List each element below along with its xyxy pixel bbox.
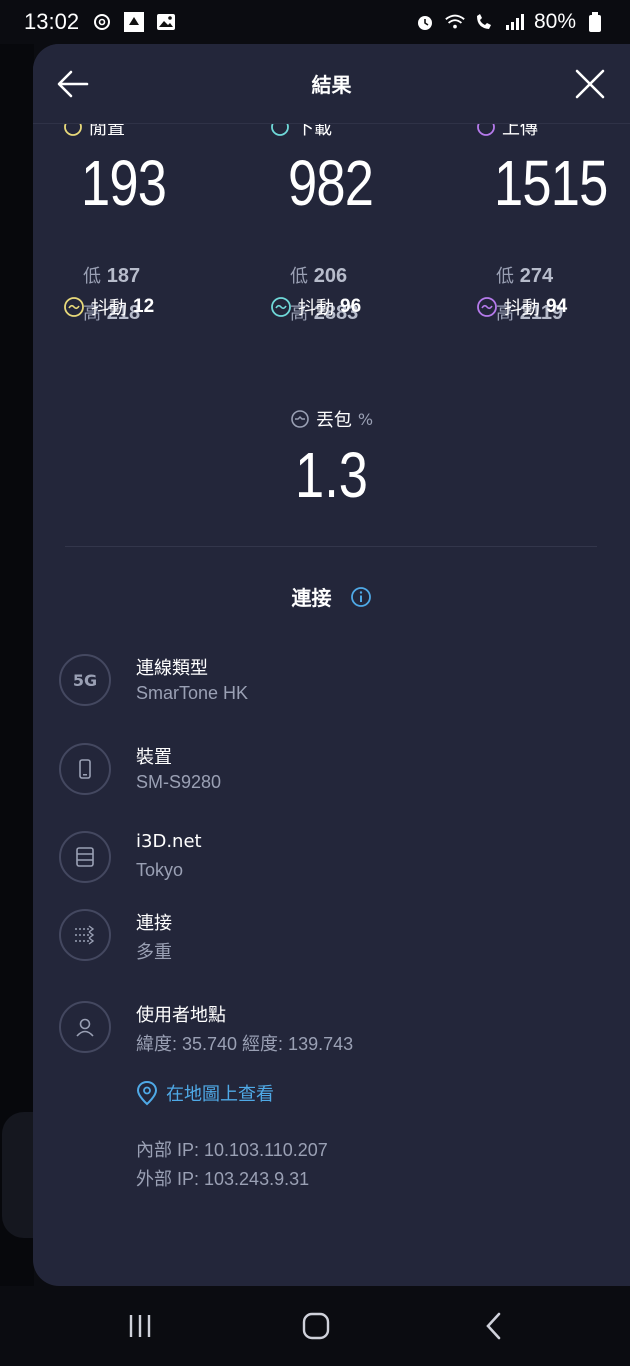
connections-value: 多重 bbox=[136, 942, 172, 962]
home-icon bbox=[302, 1312, 330, 1340]
connection-type-row: 5G 連線類型 SmarTone HK bbox=[59, 654, 599, 714]
server-icon bbox=[59, 831, 111, 883]
close-icon bbox=[575, 69, 605, 99]
battery-icon bbox=[584, 11, 606, 33]
alarm-icon bbox=[414, 11, 436, 33]
idle-value: 193 bbox=[81, 147, 167, 219]
download-low: 低 206 bbox=[290, 265, 348, 287]
jitter-icon bbox=[271, 297, 291, 317]
background-card bbox=[2, 1112, 36, 1238]
multi-connection-icon bbox=[59, 909, 111, 961]
background-app bbox=[0, 44, 36, 1286]
packet-loss-value: 1.3 bbox=[295, 439, 368, 511]
sheet-header: 結果 bbox=[33, 44, 630, 124]
server-row: i3D.net Tokyo bbox=[59, 831, 599, 891]
5g-icon: 5G bbox=[59, 654, 111, 706]
recent-apps-icon bbox=[129, 1315, 151, 1337]
external-ip: 外部 IP: 103.243.9.31 bbox=[136, 1169, 310, 1189]
connection-type-value: SmarTone HK bbox=[136, 683, 249, 703]
page-title: 結果 bbox=[311, 73, 352, 97]
upload-jitter: 抖動 94 bbox=[476, 294, 567, 320]
connection-type-title: 連線類型 bbox=[136, 658, 208, 679]
jitter-icon bbox=[64, 297, 84, 317]
home-button[interactable] bbox=[296, 1310, 336, 1342]
coordinates: 緯度: 35.740 經度: 139.743 bbox=[136, 1034, 354, 1054]
arrow-left-icon bbox=[57, 70, 89, 98]
battery-percent: 80% bbox=[533, 10, 576, 33]
connection-section-title: 連接 bbox=[33, 582, 630, 611]
location-pin-icon bbox=[136, 1080, 158, 1106]
device-title: 裝置 bbox=[136, 747, 172, 768]
download-value: 982 bbox=[288, 147, 374, 219]
upload-low: 低 274 bbox=[496, 265, 554, 287]
app-icon bbox=[123, 11, 145, 33]
packet-loss-icon bbox=[291, 410, 309, 428]
packet-loss-label: 丟包 % bbox=[33, 406, 630, 432]
signal-icon bbox=[504, 11, 526, 33]
connections-row: 連接 多重 bbox=[59, 909, 599, 969]
user-icon bbox=[59, 1001, 111, 1053]
chevron-left-icon bbox=[486, 1312, 501, 1340]
recent-apps-button[interactable] bbox=[120, 1310, 160, 1342]
packet-loss: 丟包 % 1.3 bbox=[33, 406, 630, 512]
back-nav-button[interactable] bbox=[474, 1310, 514, 1342]
info-icon[interactable] bbox=[350, 586, 372, 608]
connections-title: 連接 bbox=[136, 913, 172, 934]
threads-icon bbox=[91, 11, 113, 33]
wifi-call-icon bbox=[474, 11, 496, 33]
packet-loss-unit: % bbox=[357, 409, 374, 429]
navigation-bar bbox=[0, 1286, 630, 1366]
upload-value: 1515 bbox=[494, 147, 608, 219]
close-button[interactable] bbox=[572, 66, 608, 102]
download-jitter: 抖動 96 bbox=[270, 294, 361, 320]
status-bar: 13:02 80% bbox=[0, 0, 630, 44]
device-row: 裝置 SM-S9280 bbox=[59, 743, 599, 803]
device-value: SM-S9280 bbox=[136, 772, 222, 792]
divider bbox=[65, 546, 597, 547]
idle-jitter: 抖動 12 bbox=[63, 294, 154, 320]
results-sheet: 結果 閒置 193 低 187 高 218 下載 982 低 206 高 288… bbox=[33, 44, 630, 1286]
latency-metrics: 閒置 193 低 187 高 218 下載 982 低 206 高 2883 上… bbox=[33, 106, 630, 326]
jitter-icon bbox=[477, 297, 497, 317]
view-on-map-link[interactable]: 在地圖上查看 bbox=[136, 1080, 274, 1106]
user-location-row: 使用者地點 緯度: 35.740 經度: 139.743 bbox=[59, 1001, 599, 1061]
wifi-icon bbox=[444, 11, 466, 33]
gallery-icon bbox=[155, 11, 177, 33]
server-location: Tokyo bbox=[136, 860, 184, 880]
idle-low: 低 187 bbox=[83, 265, 141, 287]
phone-icon bbox=[59, 743, 111, 795]
user-location-title: 使用者地點 bbox=[136, 1005, 226, 1026]
internal-ip: 內部 IP: 10.103.110.207 bbox=[136, 1140, 328, 1160]
server-name: i3D.net bbox=[136, 831, 202, 852]
back-button[interactable] bbox=[55, 66, 91, 102]
clock: 13:02 bbox=[24, 9, 80, 34]
